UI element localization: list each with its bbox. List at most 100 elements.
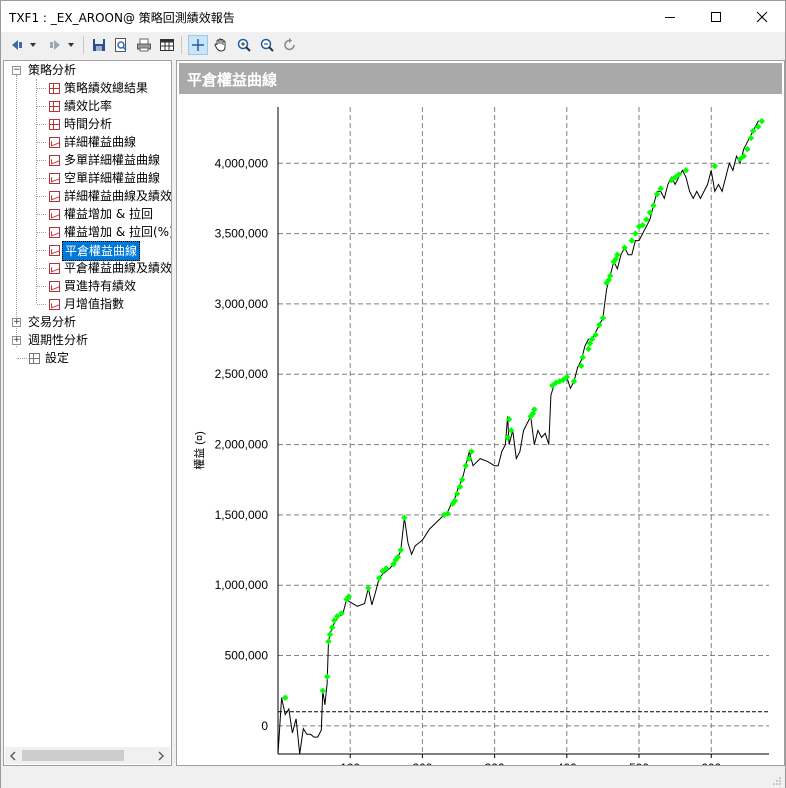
tree-item-closed-equity[interactable]: 平倉權益曲線 bbox=[4, 241, 171, 261]
tree-item-long-equity[interactable]: 多單詳細權益曲線 bbox=[4, 151, 171, 169]
maximize-button[interactable] bbox=[693, 1, 739, 32]
high-point-marker bbox=[397, 546, 404, 554]
tree-node-label: 交易分析 bbox=[28, 315, 77, 329]
tree-item-equity-drawdown[interactable]: 權益增加 & 拉回 bbox=[4, 205, 171, 223]
resize-grip-icon[interactable] bbox=[772, 776, 782, 786]
expand-icon[interactable]: + bbox=[12, 318, 21, 327]
zoom-in-button[interactable] bbox=[234, 35, 254, 55]
high-point-marker bbox=[628, 237, 636, 244]
high-point-marker bbox=[585, 345, 592, 353]
tree-item-label: 買進持有績效 bbox=[64, 279, 137, 293]
high-point-marker bbox=[326, 631, 334, 638]
tree-item-monthly-index[interactable]: 月增值指數 bbox=[4, 295, 171, 313]
y-tick-label: 1,000,000 bbox=[215, 578, 269, 592]
crosshair-button[interactable] bbox=[188, 35, 208, 55]
tree-item-label: 多單詳細權益曲線 bbox=[64, 153, 161, 167]
forward-dropdown-button[interactable] bbox=[65, 35, 77, 55]
tree-item-equity-drawdown-pct[interactable]: 權益增加 & 拉回(%) bbox=[4, 223, 171, 241]
tree-item-closed-equity-performance[interactable]: 平倉權益曲線及績效 bbox=[4, 259, 171, 277]
tree-item-label: 權益增加 & 拉回(%) bbox=[64, 225, 172, 239]
tree-item-time-analysis[interactable]: 時間分析 bbox=[4, 115, 171, 133]
chart-icon bbox=[49, 155, 60, 166]
scroll-right-icon[interactable] bbox=[156, 751, 166, 761]
tree-line bbox=[37, 250, 46, 251]
preview-icon bbox=[115, 38, 127, 52]
tree-item-settings[interactable]: 設定 bbox=[4, 349, 171, 367]
tree-item-buy-hold[interactable]: 買進持有績效 bbox=[4, 277, 171, 295]
table-icon bbox=[49, 83, 60, 94]
tree-item-short-equity[interactable]: 空單詳細權益曲線 bbox=[4, 169, 171, 187]
high-point-marker bbox=[749, 127, 757, 135]
tree-item-performance-ratios[interactable]: 績效比率 bbox=[4, 97, 171, 115]
tree-node-label: 週期性分析 bbox=[28, 333, 89, 347]
high-point-marker bbox=[328, 624, 336, 631]
tree-item-label: 權益增加 & 拉回 bbox=[64, 207, 153, 221]
tree-line bbox=[37, 268, 46, 269]
print-button[interactable] bbox=[134, 35, 154, 55]
dropdown-arrow-icon bbox=[30, 43, 36, 47]
status-bar bbox=[1, 768, 785, 788]
tree-item-label: 詳細權益曲線 bbox=[64, 135, 137, 149]
table-button[interactable] bbox=[157, 35, 177, 55]
tree-line bbox=[37, 160, 46, 161]
title-bar: TXF1 : _EX_AROON@ 策略回測績效報告 bbox=[1, 1, 785, 32]
hand-pan-button[interactable] bbox=[211, 35, 231, 55]
scrollbar-thumb[interactable] bbox=[22, 750, 124, 761]
y-tick-label: 2,500,000 bbox=[215, 367, 269, 381]
dropdown-arrow-icon bbox=[68, 43, 74, 47]
expand-icon[interactable]: + bbox=[12, 336, 21, 345]
tree-item-detailed-equity[interactable]: 詳細權益曲線 bbox=[4, 133, 171, 151]
report-header: 平倉權益曲線 bbox=[179, 63, 782, 94]
scroll-left-icon[interactable] bbox=[9, 751, 19, 761]
chart-icon bbox=[49, 299, 60, 310]
minimize-icon bbox=[665, 16, 675, 18]
y-tick-label: 2,000,000 bbox=[215, 438, 269, 452]
x-tick-label: 300 bbox=[485, 761, 505, 765]
equity-chart[interactable]: 0 500,000 1,000,000 1,500,000 2,000,000 2,500… bbox=[177, 97, 784, 765]
y-tick-label: 0 bbox=[261, 719, 268, 733]
close-icon bbox=[756, 11, 768, 22]
high-point-marker bbox=[621, 244, 628, 251]
report-tree: − 策略分析 策略績效總結果 績效比率 時間分析 詳細權益曲線 多單詳細權益曲線 bbox=[3, 60, 172, 766]
tree-line bbox=[37, 232, 46, 233]
tree-item-equity-performance[interactable]: 詳細權益曲線及績效 bbox=[4, 187, 171, 205]
chart-icon bbox=[49, 245, 60, 256]
high-point-marker bbox=[650, 202, 657, 209]
tree-node-strategy-analysis[interactable]: − 策略分析 bbox=[4, 61, 171, 79]
tree-item-label: 平倉權益曲線及績效 bbox=[64, 261, 172, 275]
chart-icon bbox=[49, 137, 60, 148]
tree-item-strategy-summary[interactable]: 策略績效總結果 bbox=[4, 79, 171, 97]
tree-line bbox=[37, 178, 46, 179]
table-icon bbox=[49, 101, 60, 112]
forward-icon bbox=[50, 40, 60, 50]
collapse-icon[interactable]: − bbox=[12, 66, 21, 75]
tree-node-periodic-analysis[interactable]: + 週期性分析 bbox=[4, 331, 171, 349]
tree-item-label: 月增值指數 bbox=[64, 297, 125, 311]
x-tick-label: 200 bbox=[412, 761, 432, 765]
back-button[interactable] bbox=[7, 35, 27, 55]
zoom-out-button[interactable] bbox=[257, 35, 277, 55]
chart-icon bbox=[49, 173, 60, 184]
toolbar bbox=[1, 32, 785, 58]
close-button[interactable] bbox=[739, 1, 785, 32]
back-dropdown-button[interactable] bbox=[27, 35, 39, 55]
reset-zoom-button[interactable] bbox=[280, 35, 300, 55]
forward-button[interactable] bbox=[45, 35, 65, 55]
tree-line bbox=[17, 358, 27, 359]
tree-node-label: 策略分析 bbox=[28, 63, 77, 77]
back-icon bbox=[12, 40, 22, 50]
save-button[interactable] bbox=[89, 35, 109, 55]
tree-node-trade-analysis[interactable]: + 交易分析 bbox=[4, 313, 171, 331]
zoom-out-icon bbox=[260, 38, 274, 52]
preview-button[interactable] bbox=[111, 35, 131, 55]
high-point-marker bbox=[325, 638, 332, 645]
tree-line bbox=[37, 124, 46, 125]
high-point-marker bbox=[462, 462, 469, 469]
tree-horizontal-scrollbar[interactable] bbox=[5, 747, 170, 764]
y-tick-label: 500,000 bbox=[225, 649, 269, 663]
tree-line bbox=[37, 304, 46, 305]
tree-line bbox=[37, 196, 46, 197]
tree-item-label: 策略績效總結果 bbox=[64, 81, 149, 95]
minimize-button[interactable] bbox=[647, 1, 693, 32]
chart-icon bbox=[49, 263, 60, 274]
